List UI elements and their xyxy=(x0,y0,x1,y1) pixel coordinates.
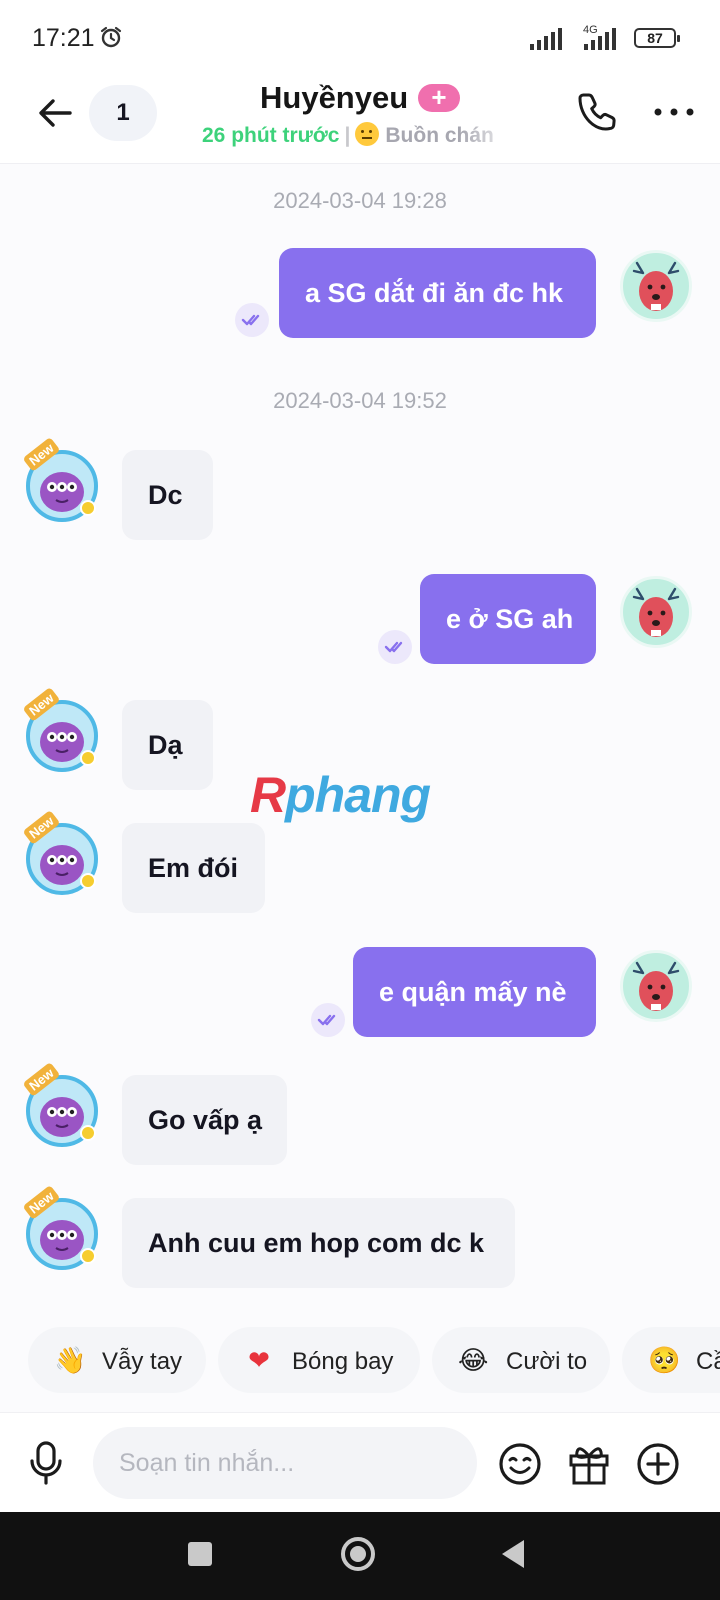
watermark-logo: Rphang xyxy=(250,767,431,823)
unread-count-badge[interactable]: 1 xyxy=(89,85,157,141)
contact-avatar[interactable]: New xyxy=(22,1185,98,1270)
reaction-chip-plead[interactable]: 🥺Cầ xyxy=(622,1327,720,1393)
mood-emoji-icon xyxy=(355,122,380,146)
phone-call-icon[interactable] xyxy=(576,90,622,136)
signal-icon xyxy=(530,28,562,50)
level-badge-icon xyxy=(80,873,96,889)
back-nav-icon[interactable] xyxy=(498,1532,528,1578)
microphone-icon[interactable] xyxy=(24,1439,68,1487)
message-timestamp: 2024-03-04 19:28 xyxy=(273,188,447,213)
message-timestamp: 2024-03-04 19:52 xyxy=(273,388,447,413)
chat-header: 1 Huyềnyeu + 26 phút trước | Buồn chán xyxy=(0,72,720,164)
outgoing-message-bubble[interactable]: e ở SG ah xyxy=(420,574,596,664)
level-badge-icon xyxy=(80,1248,96,1264)
read-receipt-icon xyxy=(235,303,269,337)
laughing-face-icon: 😂 xyxy=(458,1345,489,1375)
read-receipt-icon xyxy=(311,1003,345,1037)
battery-icon: 87 xyxy=(634,28,680,48)
my-avatar[interactable] xyxy=(620,250,692,322)
incoming-message-bubble[interactable]: Anh cuu em hop com dc k xyxy=(122,1198,515,1288)
outgoing-message-bubble[interactable]: a SG dắt đi ăn đc hk xyxy=(279,248,596,338)
reindeer-avatar-icon xyxy=(632,961,680,1011)
incoming-message-bubble[interactable]: Dạ xyxy=(122,700,213,790)
reindeer-avatar-icon xyxy=(632,261,680,311)
home-icon[interactable] xyxy=(338,1532,378,1578)
my-avatar[interactable] xyxy=(620,576,692,648)
incoming-message-bubble[interactable]: Dc xyxy=(122,450,213,540)
plus-badge[interactable]: + xyxy=(418,84,460,112)
contact-avatar[interactable]: New xyxy=(22,1062,98,1147)
message-input[interactable] xyxy=(93,1427,477,1499)
contact-avatar[interactable]: New xyxy=(22,437,98,522)
message-composer xyxy=(0,1412,720,1512)
heart-icon: ❤ xyxy=(248,1345,270,1375)
reaction-chip-wave[interactable]: 👋 Vẫy tay xyxy=(28,1327,206,1393)
contact-avatar[interactable]: New xyxy=(22,687,98,772)
signal-icon-secondary xyxy=(584,28,616,50)
reaction-chip-laugh[interactable]: 😂 Cười to xyxy=(432,1327,610,1393)
contact-avatar[interactable]: New xyxy=(22,810,98,895)
reaction-chip-balloon[interactable]: ❤ Bóng bay xyxy=(218,1327,420,1393)
pleading-face-icon: 🥺 xyxy=(648,1345,681,1375)
gift-icon[interactable] xyxy=(566,1441,612,1487)
incoming-message-bubble[interactable]: Go vấp ạ xyxy=(122,1075,287,1165)
status-separator: | xyxy=(344,124,351,147)
waving-hand-icon: 👋 xyxy=(54,1345,87,1375)
last-seen-text: 26 phút trước xyxy=(202,124,340,147)
level-badge-icon xyxy=(80,1125,96,1141)
more-options-icon[interactable] xyxy=(652,100,696,124)
recents-icon[interactable] xyxy=(185,1532,215,1578)
read-receipt-icon xyxy=(378,630,412,664)
contact-status: 26 phút trước | Buồn chán xyxy=(202,122,520,152)
level-badge-icon xyxy=(80,500,96,516)
level-badge-icon xyxy=(80,750,96,766)
system-navigation-bar xyxy=(0,1512,720,1600)
outgoing-message-bubble[interactable]: e quận mấy nè xyxy=(353,947,596,1037)
back-arrow-icon[interactable] xyxy=(34,92,76,134)
alarm-icon xyxy=(100,26,122,48)
status-time: 17:21 xyxy=(32,24,95,52)
reindeer-avatar-icon xyxy=(632,587,680,637)
quick-reactions-bar[interactable]: 👋Vẫy tay ❤Bóng bay 😂Cười to 🥺Cầ xyxy=(0,1327,720,1393)
add-icon[interactable] xyxy=(635,1441,681,1487)
my-avatar[interactable] xyxy=(620,950,692,1022)
contact-name[interactable]: Huyềnyeu xyxy=(260,80,408,116)
status-bar: 17:21 4G 87 xyxy=(0,0,720,72)
incoming-message-bubble[interactable]: Em đói xyxy=(122,823,265,913)
emoji-icon[interactable] xyxy=(497,1441,543,1487)
